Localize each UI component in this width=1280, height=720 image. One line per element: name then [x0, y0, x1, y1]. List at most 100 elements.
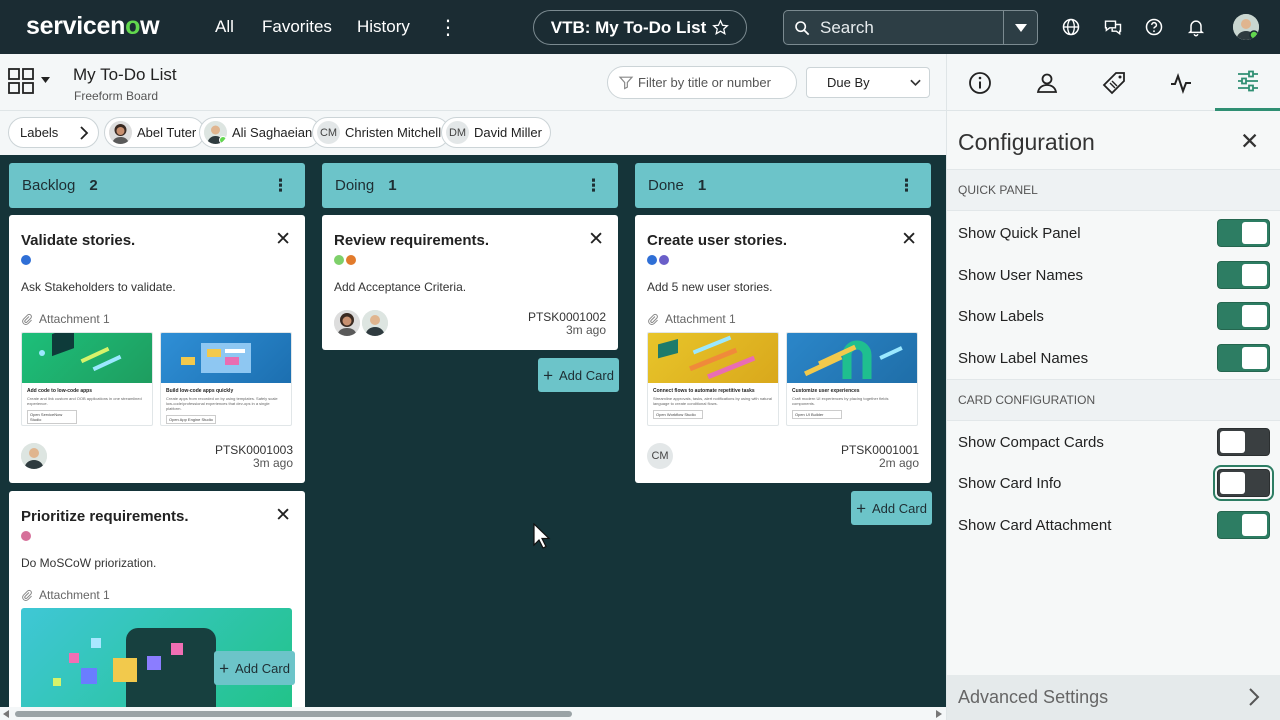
assignee-avatar-initials[interactable]: CM — [647, 443, 673, 469]
help-icon[interactable] — [1144, 17, 1164, 37]
label-dot — [21, 255, 31, 265]
filter-input[interactable]: Filter by title or number — [607, 66, 797, 99]
mouse-cursor-icon — [533, 523, 551, 549]
card-create-user-stories[interactable]: Create user stories. ✕ Add 5 new user st… — [635, 215, 931, 483]
card-validate-stories[interactable]: Validate stories. ✕ Ask Stakeholders to … — [9, 215, 305, 483]
label-dot — [21, 531, 31, 541]
toggle-knob — [1242, 222, 1267, 244]
scroll-left-icon[interactable] — [3, 710, 9, 718]
avatar-initials: CM — [317, 121, 340, 144]
panel-title: Configuration — [958, 129, 1095, 155]
search-input[interactable]: Search — [820, 18, 1003, 38]
tab-user[interactable] — [1014, 54, 1080, 111]
global-search[interactable]: Search — [783, 10, 1038, 45]
assignee-avatar[interactable] — [21, 443, 47, 469]
close-icon[interactable]: ✕ — [588, 230, 604, 249]
nav-more-button[interactable]: ⋮ — [438, 15, 458, 40]
attachment-thumbnail[interactable]: Build low-code apps quickly Create apps … — [160, 332, 292, 426]
tab-info[interactable] — [947, 54, 1013, 111]
logo-text-o: o — [125, 12, 141, 40]
column-menu-icon[interactable]: ⋮ — [898, 177, 915, 194]
close-icon[interactable]: ✕ — [275, 230, 291, 249]
label-dots — [21, 531, 33, 541]
toggle-label-show-compact-cards: Show Compact Cards — [958, 434, 1104, 451]
plus-icon: + — [219, 658, 229, 678]
board-switcher-button[interactable] — [8, 68, 56, 101]
globe-icon[interactable] — [1061, 17, 1081, 37]
add-card-button-doing[interactable]: + Add Card — [538, 358, 619, 392]
assignee-avatar[interactable] — [334, 310, 360, 336]
close-panel-icon[interactable]: ✕ — [1240, 130, 1259, 153]
nav-favorites[interactable]: Favorites — [262, 17, 332, 37]
attachment-thumbnail[interactable]: Customize user experiences Craft modern … — [786, 332, 918, 426]
tab-activity[interactable] — [1148, 54, 1214, 111]
toggle-show-card-info[interactable] — [1217, 469, 1270, 497]
card-number: PTSK0001003 — [214, 443, 293, 457]
card-review-requirements[interactable]: Review requirements. ✕ Add Acceptance Cr… — [322, 215, 618, 350]
labels-chip[interactable]: Labels — [8, 117, 99, 148]
label-dot — [334, 255, 344, 265]
toggle-show-label-names[interactable] — [1217, 344, 1270, 372]
toggle-label-show-labels: Show Labels — [958, 308, 1044, 325]
card-title: Prioritize requirements. — [21, 508, 189, 525]
logo-text-a: servicen — [26, 12, 126, 40]
tab-configuration[interactable] — [1215, 54, 1280, 111]
close-icon[interactable]: ✕ — [901, 230, 917, 249]
toggle-knob — [1242, 514, 1267, 536]
add-card-button-backlog[interactable]: + Add Card — [214, 651, 295, 685]
nav-all[interactable]: All — [215, 17, 234, 37]
sort-select-value: Due By — [827, 75, 870, 90]
star-icon[interactable] — [712, 19, 730, 36]
attachment-thumbnail[interactable]: Connect flows to automate repetitive tas… — [647, 332, 779, 426]
scrollbar-thumb[interactable] — [15, 711, 572, 717]
horizontal-scrollbar[interactable] — [0, 707, 946, 720]
sort-select[interactable]: Due By — [806, 67, 930, 98]
column-header-done[interactable]: Done 1 ⋮ — [635, 163, 931, 208]
column-name: Doing — [335, 177, 375, 194]
toggle-label-show-user-names: Show User Names — [958, 267, 1084, 284]
search-icon — [795, 20, 810, 35]
user-chip-ali-saghaeian[interactable]: Ali Saghaeian — [199, 117, 322, 148]
column-menu-icon[interactable]: ⋮ — [272, 177, 289, 194]
search-scope-dropdown[interactable] — [1003, 11, 1037, 44]
toggle-show-card-attachment[interactable] — [1217, 511, 1270, 539]
advanced-settings-label: Advanced Settings — [958, 687, 1109, 707]
thumbnail-image — [22, 333, 152, 383]
attachment-thumbnail[interactable]: Add code to low-code apps Create and lin… — [21, 332, 153, 426]
scroll-right-icon[interactable] — [936, 710, 942, 718]
card-description: Ask Stakeholders to validate. — [21, 280, 176, 294]
label-dots — [21, 255, 33, 265]
thumbnail-image — [787, 333, 917, 383]
nav-history[interactable]: History — [357, 17, 410, 37]
assignee-avatar[interactable] — [362, 310, 388, 336]
close-icon[interactable]: ✕ — [275, 506, 291, 525]
labels-chip-label: Labels — [20, 125, 59, 140]
card-age: 3m ago — [565, 323, 606, 337]
servicenow-logo[interactable]: servicenow — [26, 12, 160, 41]
workspace-title-pill[interactable]: VTB: My To-Do List — [533, 10, 747, 45]
user-chip-christen-mitchell[interactable]: CM Christen Mitchell — [312, 117, 451, 148]
user-chip-abel-tuter[interactable]: Abel Tuter — [104, 117, 206, 148]
thumbnail-button: Open ServiceNow Studio — [27, 410, 77, 424]
bell-icon[interactable] — [1186, 17, 1206, 37]
tab-labels[interactable] — [1081, 54, 1147, 111]
chat-icon[interactable] — [1103, 17, 1123, 37]
column-count: 1 — [697, 177, 707, 194]
user-avatar[interactable] — [1233, 14, 1259, 40]
paperclip-icon — [22, 313, 32, 325]
advanced-settings-row[interactable]: Advanced Settings — [947, 675, 1280, 720]
user-chip-david-miller[interactable]: DM David Miller — [441, 117, 551, 148]
toggle-show-labels[interactable] — [1217, 302, 1270, 330]
toggle-show-user-names[interactable] — [1217, 261, 1270, 289]
column-header-doing[interactable]: Doing 1 ⋮ — [322, 163, 618, 208]
toggle-show-quick-panel[interactable] — [1217, 219, 1270, 247]
top-navigation-bar: servicenow All Favorites History ⋮ VTB: … — [0, 0, 1280, 54]
column-header-backlog[interactable]: Backlog 2 ⋮ — [9, 163, 305, 208]
thumbnail-button: Open Workflow Studio — [653, 410, 703, 419]
column-menu-icon[interactable]: ⋮ — [585, 177, 602, 194]
workspace-title: VTB: My To-Do List — [550, 17, 707, 37]
attachment-label: Attachment 1 — [665, 312, 736, 326]
label-dot — [659, 255, 669, 265]
toggle-show-compact-cards[interactable] — [1217, 428, 1270, 456]
add-card-button-done[interactable]: + Add Card — [851, 491, 932, 525]
